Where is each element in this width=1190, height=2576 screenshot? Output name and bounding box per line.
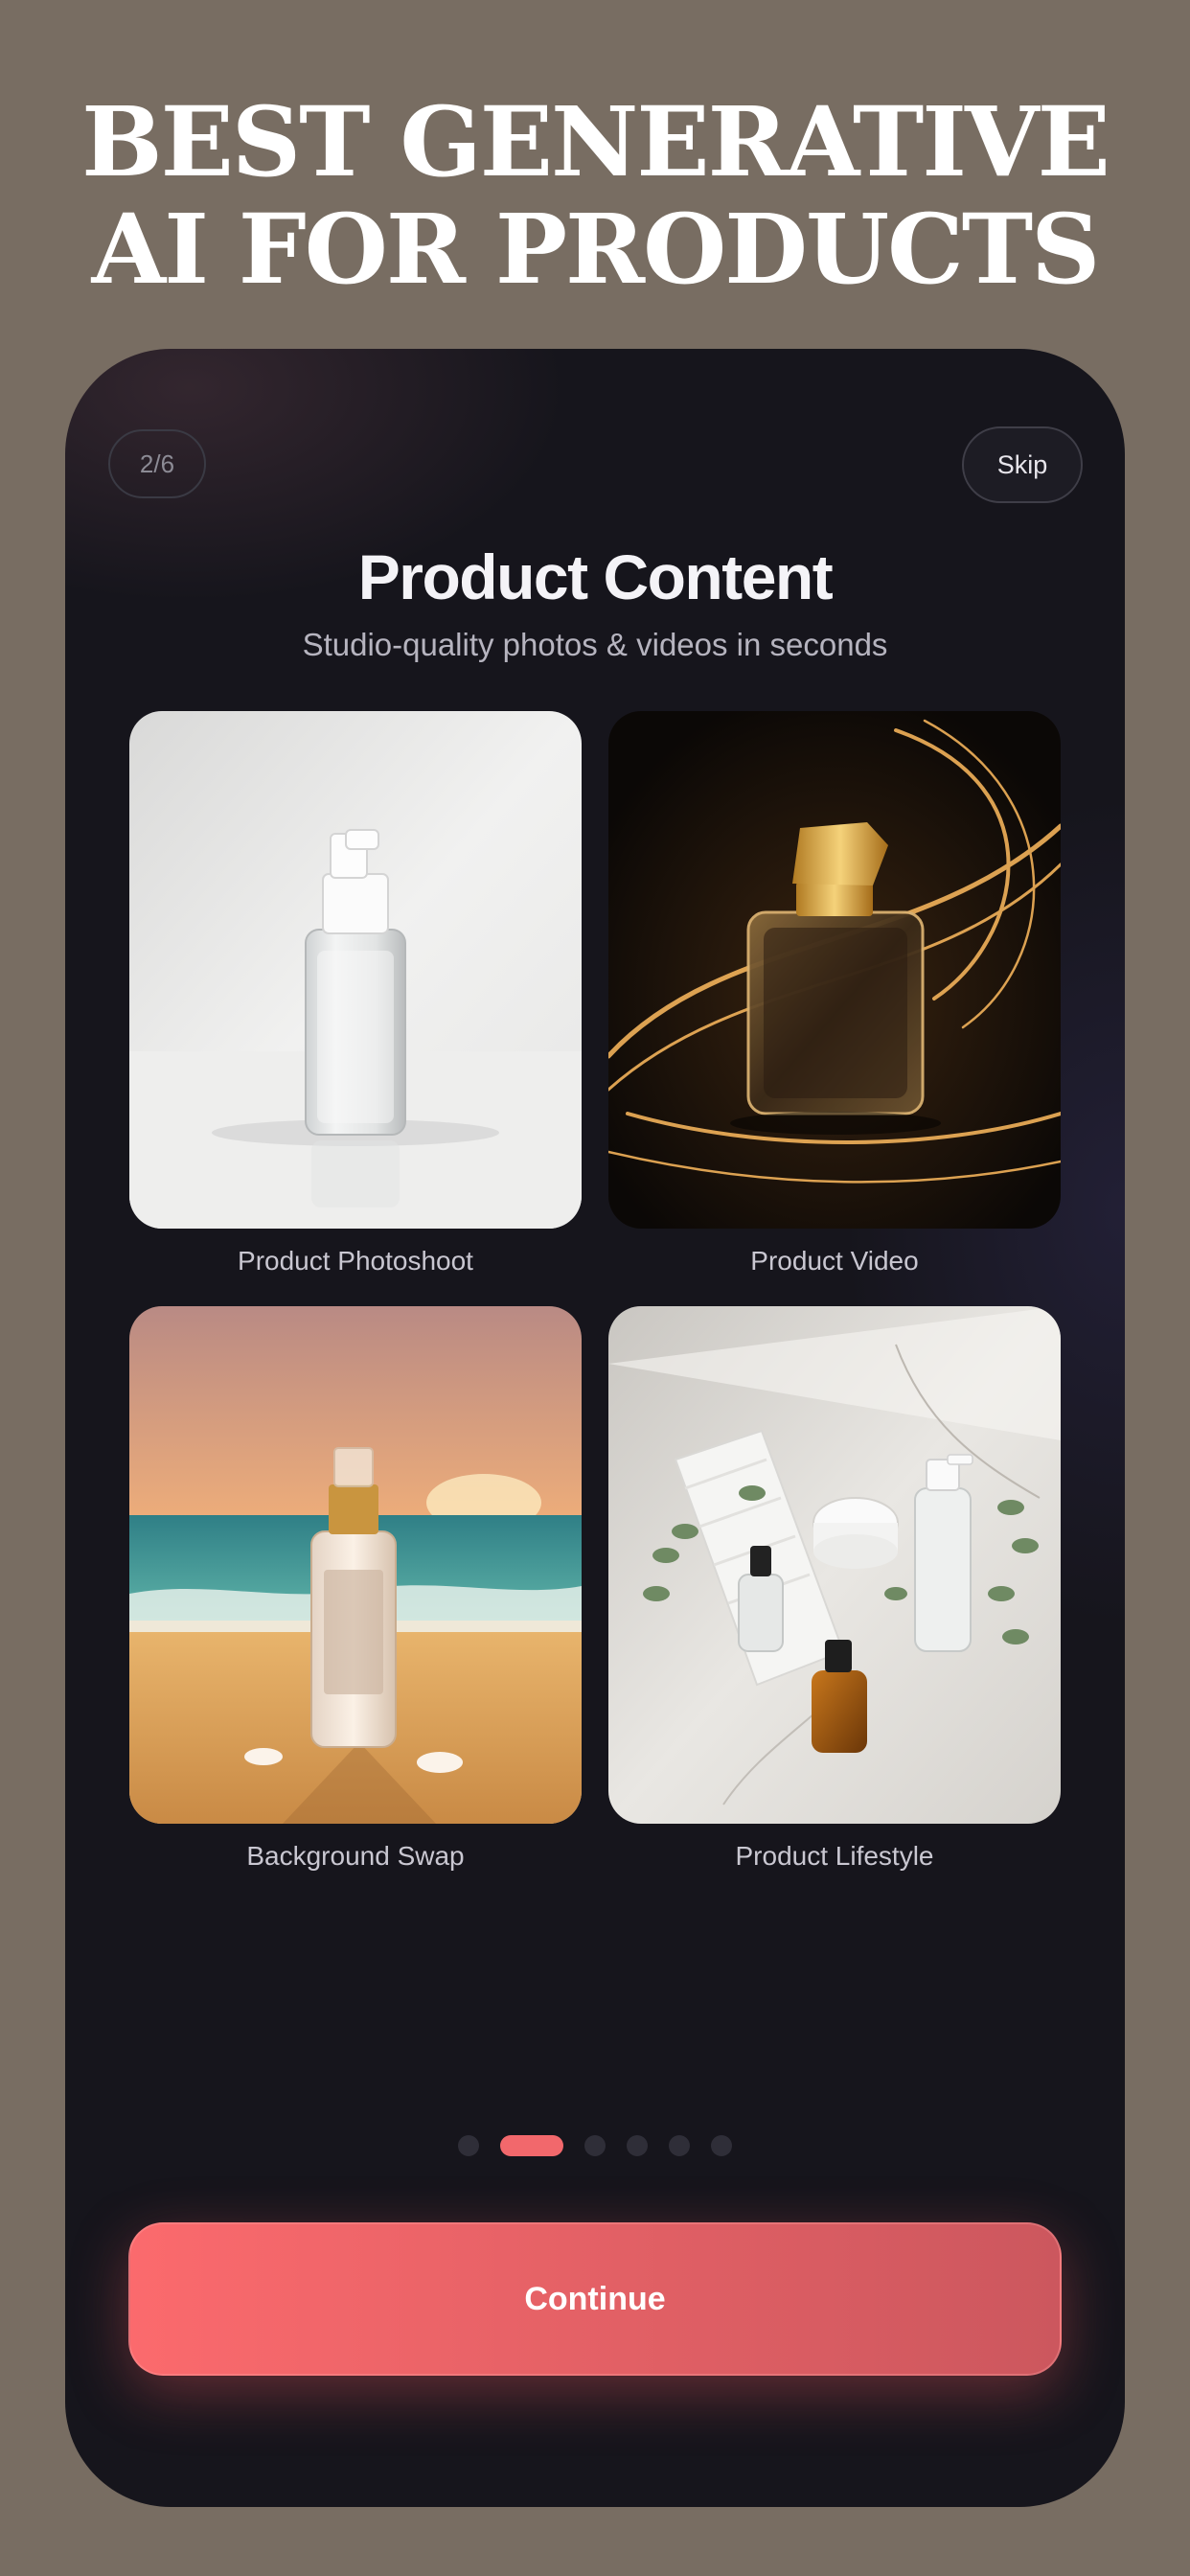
- marketing-headline: BEST GENERATIVE AI FOR PRODUCTS: [0, 88, 1190, 303]
- page-dot: [458, 2135, 479, 2156]
- phone-screen: 2/6 Skip Product Content Studio-quality …: [65, 349, 1125, 2507]
- card-label: Product Photoshoot: [238, 1246, 473, 1276]
- step-counter: 2/6: [108, 429, 206, 498]
- page-dot: [584, 2135, 606, 2156]
- screen-title: Product Content: [357, 541, 834, 612]
- background-swap-image: [129, 1306, 582, 1824]
- product-lifestyle-image: [608, 1306, 1061, 1824]
- headline-line-1: BEST GENERATIVE: [81, 85, 1110, 198]
- page-dot: [669, 2135, 690, 2156]
- continue-button[interactable]: Continue: [128, 2222, 1062, 2376]
- page-dot: [627, 2135, 648, 2156]
- screen-subtitle: Studio-quality photos & videos in second…: [302, 627, 888, 662]
- product-photoshoot-image: [129, 711, 582, 1229]
- page-dot-active: [500, 2135, 563, 2156]
- page-indicator: [65, 2134, 1125, 2157]
- product-video-image: [608, 711, 1061, 1229]
- card-label: Product Video: [750, 1246, 919, 1276]
- page-dot: [711, 2135, 732, 2156]
- skip-button[interactable]: Skip: [962, 426, 1083, 503]
- headline-line-2: AI FOR PRODUCTS: [91, 193, 1101, 306]
- card-label: Product Lifestyle: [735, 1841, 934, 1871]
- card-label: Background Swap: [246, 1841, 465, 1871]
